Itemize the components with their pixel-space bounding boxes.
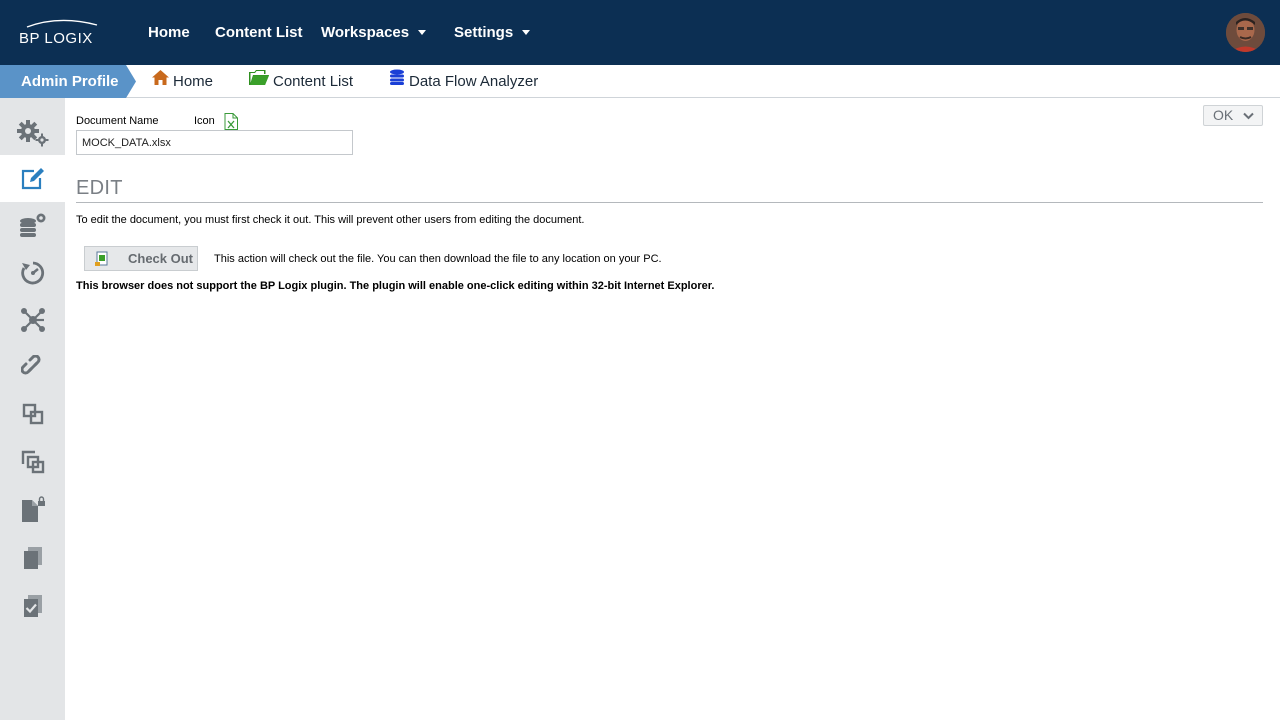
database-settings-icon xyxy=(19,213,45,237)
caret-down-icon xyxy=(418,29,427,35)
check-out-icon xyxy=(95,251,108,266)
sidebar-item-approved-documents[interactable] xyxy=(0,582,65,629)
history-icon xyxy=(20,261,44,284)
check-out-button[interactable]: Check Out xyxy=(84,246,198,271)
svg-text:BP LOGIX: BP LOGIX xyxy=(19,30,93,47)
sidebar-item-data-settings[interactable] xyxy=(0,202,65,249)
document-name-label: Document Name xyxy=(76,115,159,127)
main-content: Document Name Icon OK EDIT To edit the d… xyxy=(65,98,1280,720)
breadcrumb: Admin Profile Home Content List Data Flo… xyxy=(0,65,1280,98)
breadcrumb-data-flow-analyzer[interactable]: Data Flow Analyzer xyxy=(389,65,538,98)
database-stack-icon xyxy=(389,64,405,97)
chevron-down-icon xyxy=(1243,112,1254,120)
document-name-input[interactable] xyxy=(76,130,353,155)
nav-workspaces[interactable]: Workspaces xyxy=(321,0,427,65)
gears-icon xyxy=(16,119,48,146)
home-icon xyxy=(152,64,169,97)
locked-document-icon xyxy=(21,495,45,522)
section-divider xyxy=(76,202,1263,203)
nav-content-list[interactable]: Content List xyxy=(215,0,303,65)
nav-home[interactable]: Home xyxy=(148,0,190,65)
copy-outline-icon xyxy=(22,403,43,424)
edit-instructions: To edit the document, you must first che… xyxy=(76,214,585,226)
icon-label: Icon xyxy=(194,115,215,127)
sidebar-item-security[interactable] xyxy=(0,486,65,533)
breadcrumb-home[interactable]: Home xyxy=(152,65,213,98)
breadcrumb-admin-profile[interactable]: Admin Profile xyxy=(0,65,136,98)
plugin-note: This browser does not support the BP Log… xyxy=(76,280,715,292)
excel-file-icon[interactable] xyxy=(224,113,238,130)
sidebar xyxy=(0,98,65,720)
sidebar-item-documents[interactable] xyxy=(0,534,65,581)
edit-section-title: EDIT xyxy=(76,177,123,199)
sidebar-item-clone[interactable] xyxy=(0,438,65,485)
bp-logix-logo[interactable]: BP LOGIX xyxy=(19,19,105,47)
sidebar-item-history[interactable] xyxy=(0,249,65,296)
sidebar-item-properties[interactable] xyxy=(0,109,65,156)
clone-icon xyxy=(21,450,44,473)
workflow-network-icon xyxy=(20,307,45,332)
documents-icon xyxy=(23,546,42,569)
breadcrumb-content-list[interactable]: Content List xyxy=(249,65,353,98)
top-navigation-bar: BP LOGIX Home Content List Workspaces Se… xyxy=(0,0,1280,65)
check-out-description: This action will check out the file. You… xyxy=(214,253,662,265)
folder-open-icon xyxy=(249,64,269,97)
ok-button[interactable]: OK xyxy=(1203,105,1263,126)
caret-down-icon xyxy=(522,29,531,35)
link-icon xyxy=(20,354,41,375)
checked-documents-icon xyxy=(23,594,42,617)
edit-icon xyxy=(21,167,44,189)
sidebar-item-edit[interactable] xyxy=(0,155,65,202)
sidebar-item-copy[interactable] xyxy=(0,390,65,437)
user-avatar[interactable] xyxy=(1226,13,1265,52)
nav-settings[interactable]: Settings xyxy=(454,0,531,65)
sidebar-item-workflow[interactable] xyxy=(0,296,65,343)
sidebar-item-links[interactable] xyxy=(0,343,65,390)
